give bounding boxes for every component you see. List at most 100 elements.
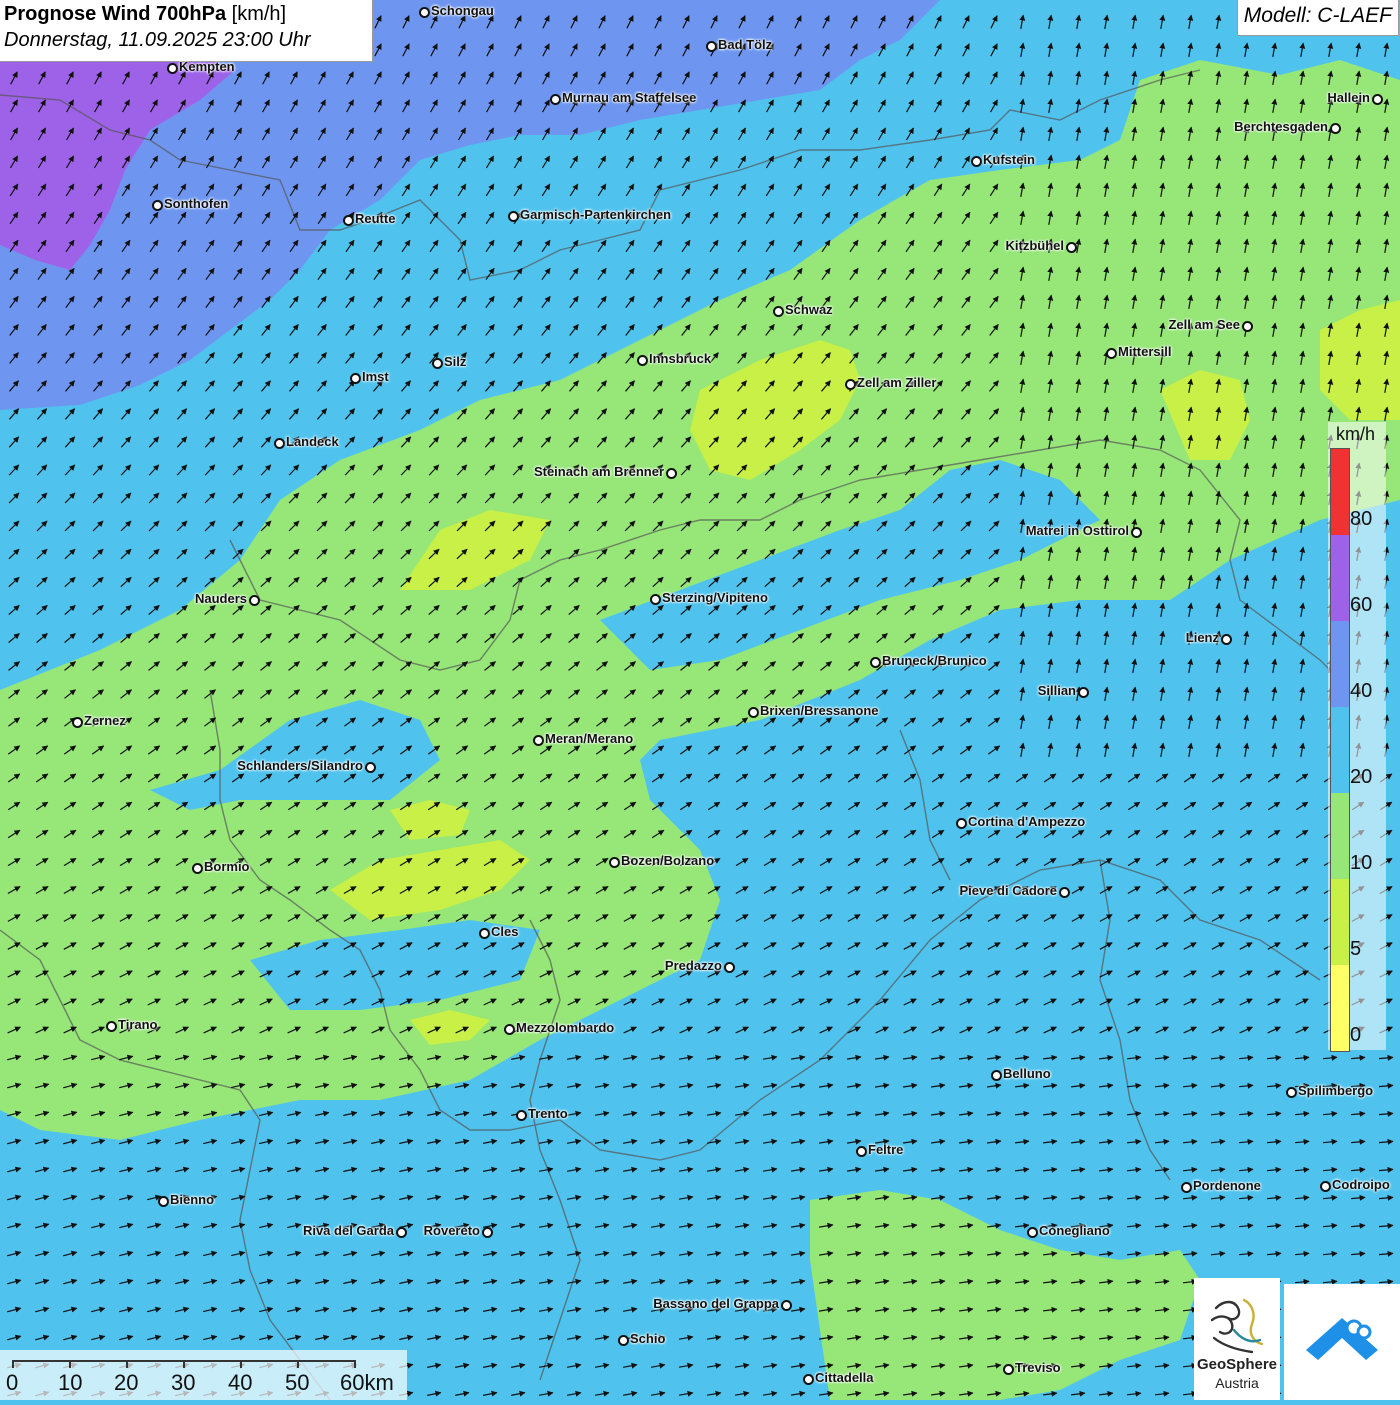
city-label: Trento bbox=[528, 1106, 568, 1121]
city-marker bbox=[650, 594, 661, 605]
legend-swatch-20 bbox=[1331, 707, 1349, 793]
wind-app-icon bbox=[1306, 1318, 1378, 1360]
city-marker bbox=[274, 438, 285, 449]
city-label: Garmisch-Partenkirchen bbox=[520, 207, 672, 222]
city-marker bbox=[516, 1110, 527, 1121]
city-label: Hallein bbox=[1327, 90, 1370, 105]
city-label: Bassano del Grappa bbox=[653, 1296, 779, 1311]
map-title-unit: [km/h] bbox=[231, 3, 287, 25]
legend-tick: 40 bbox=[1350, 680, 1373, 702]
city-marker bbox=[1242, 321, 1253, 332]
city-marker bbox=[158, 1196, 169, 1207]
geosphere-emblem-icon bbox=[1210, 1298, 1264, 1354]
city-marker bbox=[803, 1374, 814, 1385]
legend-tick: 80 bbox=[1350, 508, 1373, 530]
geosphere-logo[interactable]: GeoSphere Austria bbox=[1194, 1278, 1280, 1400]
legend-swatch-10 bbox=[1331, 793, 1349, 879]
city-label: Kufstein bbox=[983, 152, 1035, 167]
scale-label: 40 bbox=[228, 1370, 253, 1395]
legend-tick: 10 bbox=[1350, 852, 1373, 874]
city-marker bbox=[482, 1227, 493, 1238]
city-label: Zernez bbox=[84, 713, 126, 728]
city-marker bbox=[72, 717, 83, 728]
city-label: Sonthofen bbox=[164, 196, 229, 211]
city-marker bbox=[550, 94, 561, 105]
city-label: Meran/Merano bbox=[545, 731, 634, 746]
city-marker bbox=[856, 1146, 867, 1157]
city-label: Berchtesgaden bbox=[1234, 119, 1328, 134]
city-marker bbox=[1221, 634, 1232, 645]
city-label: Predazzo bbox=[664, 958, 722, 973]
city-marker bbox=[773, 306, 784, 317]
city-marker bbox=[666, 468, 677, 479]
scale-tick bbox=[12, 1360, 14, 1368]
city-marker bbox=[1372, 94, 1383, 105]
city-marker bbox=[609, 857, 620, 868]
city-marker bbox=[618, 1335, 629, 1346]
city-label: Kempten bbox=[179, 59, 235, 74]
city-label: Reutte bbox=[355, 211, 396, 226]
city-label: Rovereto bbox=[423, 1223, 480, 1238]
city-marker bbox=[1330, 123, 1341, 134]
city-label: Landeck bbox=[286, 434, 339, 449]
city-label: Mezzolombardo bbox=[516, 1020, 615, 1035]
city-marker bbox=[106, 1021, 117, 1032]
city-marker bbox=[504, 1024, 515, 1035]
city-label: Bormio bbox=[204, 859, 250, 874]
city-label: Brixen/Bressanone bbox=[760, 703, 879, 718]
city-marker bbox=[724, 962, 735, 973]
city-label: Imst bbox=[362, 369, 389, 384]
city-label: Kitzbühel bbox=[1005, 238, 1065, 253]
city-label: Bienno bbox=[170, 1192, 215, 1207]
map-title-main: Prognose Wind 700hPa bbox=[4, 3, 227, 25]
city-label: Schlanders/Silandro bbox=[237, 758, 363, 773]
city-marker bbox=[956, 818, 967, 829]
city-marker bbox=[748, 707, 759, 718]
legend-swatch-80 bbox=[1331, 449, 1349, 535]
city-label: Schongau bbox=[431, 3, 494, 18]
city-marker bbox=[1320, 1181, 1331, 1192]
city-marker bbox=[1059, 887, 1070, 898]
city-label: Matrei in Osttirol bbox=[1025, 523, 1129, 538]
city-label: Spilimbergo bbox=[1298, 1083, 1374, 1098]
city-label: Pieve di Cadore bbox=[959, 883, 1057, 898]
model-label: Modell: C-LAEF bbox=[1236, 0, 1399, 36]
city-marker bbox=[1078, 687, 1089, 698]
city-marker bbox=[432, 358, 443, 369]
city-marker bbox=[350, 373, 361, 384]
city-label: Innsbruck bbox=[649, 351, 712, 366]
city-marker bbox=[1131, 527, 1142, 538]
city-label: Lienz bbox=[1185, 630, 1219, 645]
city-marker bbox=[971, 156, 982, 167]
scale-label: 20 bbox=[114, 1370, 139, 1395]
scale-label: 50 bbox=[285, 1370, 310, 1395]
city-label: Bozen/Bolzano bbox=[621, 853, 715, 868]
city-marker bbox=[991, 1070, 1002, 1081]
city-label: Schwaz bbox=[785, 302, 833, 317]
logo-name: GeoSphere bbox=[1196, 1356, 1278, 1373]
city-marker bbox=[1106, 348, 1117, 359]
city-marker bbox=[845, 379, 856, 390]
city-marker bbox=[533, 735, 544, 746]
app-logo[interactable] bbox=[1284, 1284, 1400, 1400]
city-marker bbox=[508, 211, 519, 222]
scale-label: 0 bbox=[6, 1370, 19, 1395]
city-label: Schio bbox=[630, 1331, 666, 1346]
city-label: Silz bbox=[444, 354, 467, 369]
scale-label: 10 bbox=[58, 1370, 83, 1395]
city-label: Cortina d'Ampezzo bbox=[968, 814, 1086, 829]
scale-tick bbox=[126, 1360, 128, 1368]
city-label: Pordenone bbox=[1193, 1178, 1261, 1193]
scale-bar: 0 10 20 30 40 50 60km bbox=[0, 1350, 407, 1400]
legend-color-bar bbox=[1330, 448, 1350, 1052]
city-marker bbox=[1003, 1364, 1014, 1375]
scale-tick bbox=[69, 1360, 71, 1368]
city-marker bbox=[479, 928, 490, 939]
city-marker bbox=[152, 200, 163, 211]
city-marker bbox=[781, 1300, 792, 1311]
city-label: Sillian bbox=[1037, 683, 1076, 698]
legend-tick: 0 bbox=[1350, 1024, 1362, 1046]
color-legend: km/h 80 60 40 20 10 5 0 bbox=[1328, 422, 1386, 1052]
city-label: Tirano bbox=[118, 1017, 158, 1032]
city-marker bbox=[419, 7, 430, 18]
